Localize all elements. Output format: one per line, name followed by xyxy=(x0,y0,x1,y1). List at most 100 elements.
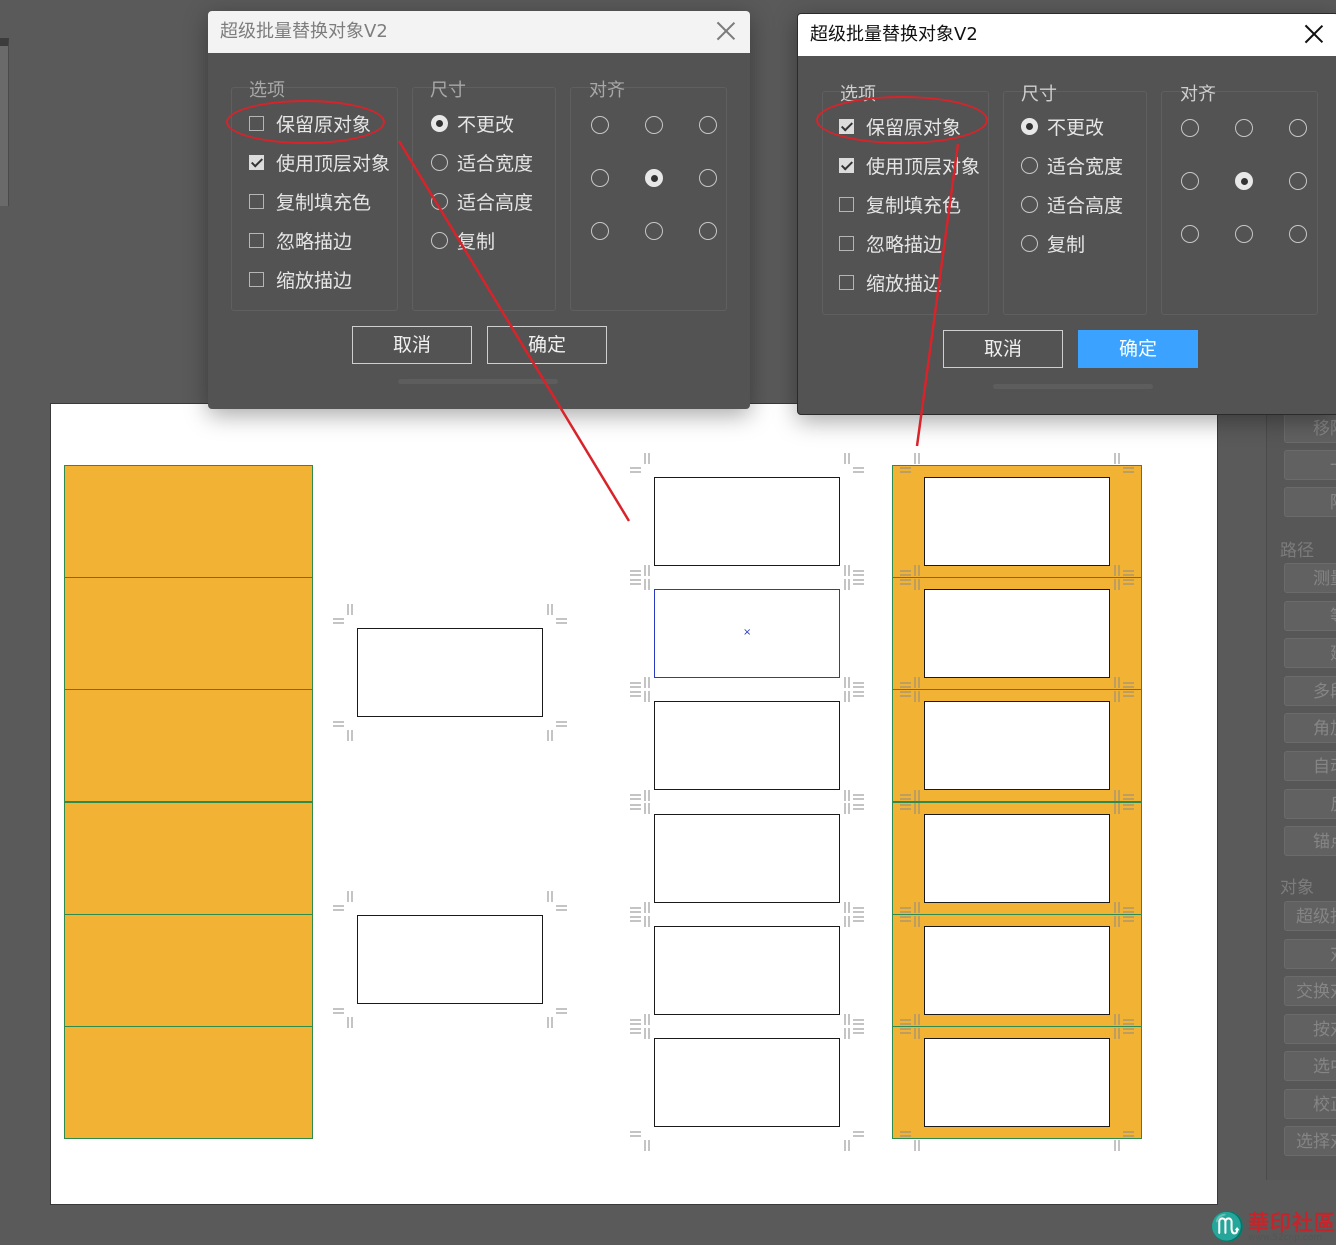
watermark-logo-icon: ♏ xyxy=(1210,1210,1245,1243)
crop-mark xyxy=(900,789,920,810)
align-radio-right[interactable] xyxy=(699,169,717,187)
side-panel-button[interactable]: 按对 xyxy=(1284,1013,1336,1044)
side-panel-button[interactable]: 对 xyxy=(1284,938,1336,969)
align-radio-bottom-left[interactable] xyxy=(1181,225,1199,243)
crop-mark xyxy=(630,1014,650,1034)
size-option-0[interactable]: 不更改 xyxy=(431,108,514,138)
side-panel-button[interactable]: 角加 xyxy=(1284,713,1336,744)
orange-cell xyxy=(64,913,313,1027)
align-radio-bottom-right[interactable] xyxy=(699,222,717,240)
option-3[interactable]: 忽略描边 xyxy=(839,228,942,258)
option-4[interactable]: 缩放描边 xyxy=(249,264,352,294)
option-3[interactable]: 忽略描边 xyxy=(249,225,352,255)
side-panel-button[interactable]: 交换对 xyxy=(1284,976,1336,1006)
side-panel-button[interactable]: 校正 xyxy=(1284,1088,1336,1119)
frame-rect xyxy=(654,701,840,791)
side-panel-button[interactable]: 选择对 xyxy=(1284,1126,1336,1156)
align-radio-left[interactable] xyxy=(591,169,609,187)
size-option-3[interactable]: 复制 xyxy=(431,225,495,255)
cancel-button[interactable]: 取消 xyxy=(352,326,472,364)
frame-rect xyxy=(654,477,840,566)
radio-icon[interactable] xyxy=(431,231,448,249)
crop-mark xyxy=(333,1008,353,1028)
align-radio-center[interactable] xyxy=(1235,172,1253,190)
cancel-button[interactable]: 取消 xyxy=(943,330,1063,368)
checkbox-icon[interactable] xyxy=(249,193,264,209)
ok-button[interactable]: 确定 xyxy=(1078,330,1198,368)
side-panel-button[interactable]: 建 xyxy=(1284,638,1336,669)
size-option-1[interactable]: 适合宽度 xyxy=(431,147,533,177)
frame-rect xyxy=(924,477,1110,566)
crop-mark xyxy=(547,891,567,911)
radio-selected-icon[interactable] xyxy=(431,114,448,132)
side-panel-button[interactable]: 除 xyxy=(1284,487,1336,517)
align-radio-right[interactable] xyxy=(1289,172,1307,190)
option-label: 复制填充色 xyxy=(276,191,372,214)
size-option-0[interactable]: 不更改 xyxy=(1021,111,1104,141)
size-option-2[interactable]: 适合高度 xyxy=(1021,189,1123,219)
option-2[interactable]: 复制填充色 xyxy=(249,186,371,216)
side-panel-heading: 对象 xyxy=(1280,878,1314,898)
size-label-text: 适合高度 xyxy=(457,191,534,214)
checkbox-icon[interactable] xyxy=(839,196,854,212)
checkbox-checked-icon[interactable] xyxy=(839,157,854,173)
size-label-text: 复制 xyxy=(457,230,496,253)
side-panel-button[interactable]: 自动 xyxy=(1284,751,1336,781)
crop-mark xyxy=(630,1131,650,1151)
checkbox-icon[interactable] xyxy=(839,274,854,290)
checkbox-icon[interactable] xyxy=(249,232,264,248)
side-panel-button[interactable]: 超级批 xyxy=(1284,901,1336,931)
orange-cell xyxy=(64,577,313,691)
align-radio-bottom-right[interactable] xyxy=(1289,225,1307,243)
close-icon[interactable] xyxy=(716,21,736,41)
crop-mark xyxy=(900,1131,920,1151)
align-radio-bottom[interactable] xyxy=(645,222,663,240)
align-label: 对齐 xyxy=(589,80,625,101)
frame-rect xyxy=(924,1038,1110,1127)
radio-icon[interactable] xyxy=(1021,156,1038,174)
option-label: 缩放描边 xyxy=(276,269,353,292)
align-radio-left[interactable] xyxy=(1181,172,1199,190)
crop-mark xyxy=(900,565,920,585)
align-radio-top-right[interactable] xyxy=(699,116,717,134)
side-panel-button[interactable]: 锚点 xyxy=(1284,826,1336,857)
side-panel-button[interactable]: 反 xyxy=(1284,788,1336,819)
side-panel-button[interactable]: 选中 xyxy=(1284,1051,1336,1081)
align-radio-center[interactable] xyxy=(645,169,663,187)
crop-mark xyxy=(844,1014,864,1034)
radio-icon[interactable] xyxy=(431,192,448,210)
align-radio-top-right[interactable] xyxy=(1289,119,1307,137)
radio-icon[interactable] xyxy=(1021,195,1038,213)
option-4[interactable]: 缩放描边 xyxy=(839,267,942,297)
crop-mark xyxy=(844,565,864,585)
radio-icon[interactable] xyxy=(431,153,448,171)
option-1[interactable]: 使用顶层对象 xyxy=(249,147,390,177)
align-radio-bottom-left[interactable] xyxy=(591,222,609,240)
radio-selected-icon[interactable] xyxy=(1021,117,1038,135)
checkbox-icon[interactable] xyxy=(839,235,854,251)
size-option-2[interactable]: 适合高度 xyxy=(431,186,533,216)
size-option-1[interactable]: 适合宽度 xyxy=(1021,150,1123,180)
crop-mark xyxy=(1114,901,1134,922)
align-radio-bottom[interactable] xyxy=(1235,225,1253,243)
size-option-3[interactable]: 复制 xyxy=(1021,228,1085,258)
side-panel-button[interactable]: 一 xyxy=(1284,450,1336,480)
checkbox-icon[interactable] xyxy=(249,271,264,287)
align-radio-top[interactable] xyxy=(1235,119,1253,137)
option-2[interactable]: 复制填充色 xyxy=(839,189,961,219)
crop-mark xyxy=(844,677,864,697)
checkbox-checked-icon[interactable] xyxy=(249,154,264,170)
option-1[interactable]: 使用顶层对象 xyxy=(839,150,980,180)
align-radio-top[interactable] xyxy=(645,116,663,134)
crop-mark xyxy=(547,721,567,741)
side-panel-button[interactable]: 移除 xyxy=(1284,413,1336,443)
align-radio-top-left[interactable] xyxy=(591,116,609,134)
radio-icon[interactable] xyxy=(1021,234,1038,252)
side-panel-button[interactable]: 等 xyxy=(1284,600,1336,631)
align-radio-top-left[interactable] xyxy=(1181,119,1199,137)
ok-button[interactable]: 确定 xyxy=(487,326,607,364)
close-icon[interactable] xyxy=(1304,24,1324,44)
frame-rect xyxy=(654,813,840,903)
side-panel-button[interactable]: 测量 xyxy=(1284,563,1336,593)
side-panel-button[interactable]: 多段 xyxy=(1284,675,1336,706)
